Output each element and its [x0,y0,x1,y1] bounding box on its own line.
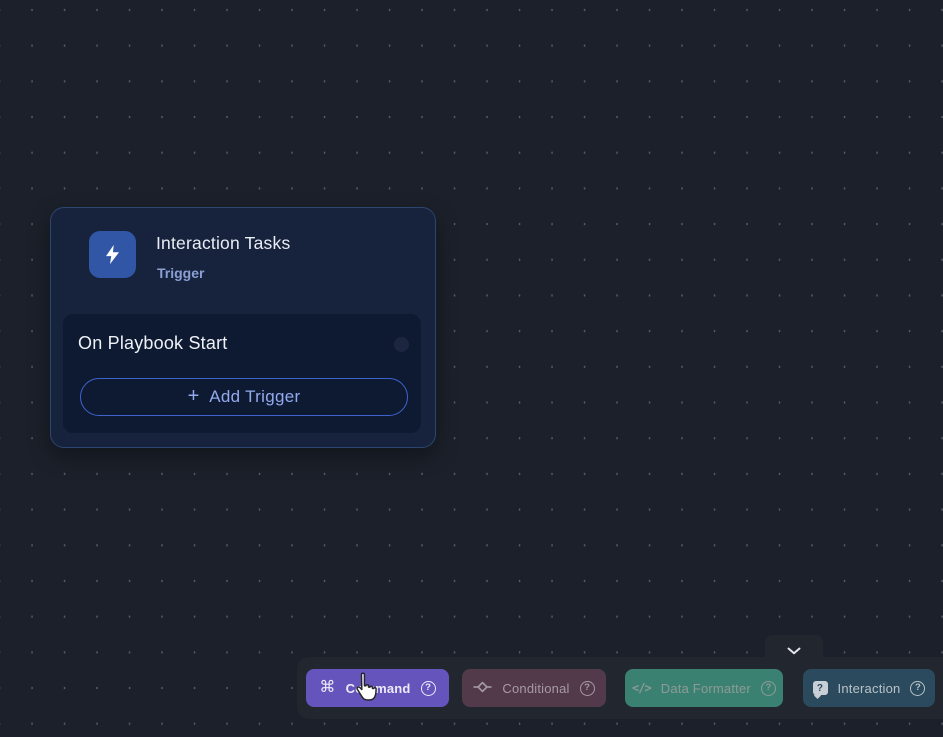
command-button-label: Command [346,681,411,696]
trigger-row[interactable]: On Playbook Start [63,314,421,366]
conditional-button-label: Conditional [502,681,569,696]
help-icon[interactable]: ? [421,681,436,696]
add-trigger-button[interactable]: + Add Trigger [80,378,408,416]
decision-diamond-icon [473,680,492,697]
connection-port[interactable] [394,337,409,352]
trigger-panel: On Playbook Start + Add Trigger [63,314,421,433]
help-icon[interactable]: ? [761,681,776,696]
command-block-button[interactable]: ⌘ Command ? [306,669,449,707]
question-bubble-icon: ? [813,681,828,695]
interaction-button-label: Interaction [838,681,901,696]
node-title: Interaction Tasks [156,233,290,254]
trigger-node-card[interactable]: Interaction Tasks Trigger On Playbook St… [50,207,436,448]
help-icon[interactable]: ? [580,681,595,696]
node-subtitle: Trigger [157,265,204,281]
data-formatter-button-label: Data Formatter [661,681,751,696]
help-icon[interactable]: ? [910,681,925,696]
block-toolbar: ⌘ Command ? Conditional ? </> Data Forma… [297,657,943,719]
data-formatter-block-button[interactable]: </> Data Formatter ? [625,669,783,707]
conditional-block-button[interactable]: Conditional ? [462,669,606,707]
command-symbol-icon: ⌘ [319,680,335,696]
plus-icon: + [188,386,200,406]
lightning-bolt-icon [89,231,136,278]
trigger-row-label: On Playbook Start [78,333,227,354]
playbook-canvas[interactable]: Interaction Tasks Trigger On Playbook St… [0,0,943,737]
add-trigger-label: Add Trigger [209,387,300,407]
interaction-block-button[interactable]: ? Interaction ? [803,669,935,707]
code-brackets-icon: </> [632,681,651,695]
